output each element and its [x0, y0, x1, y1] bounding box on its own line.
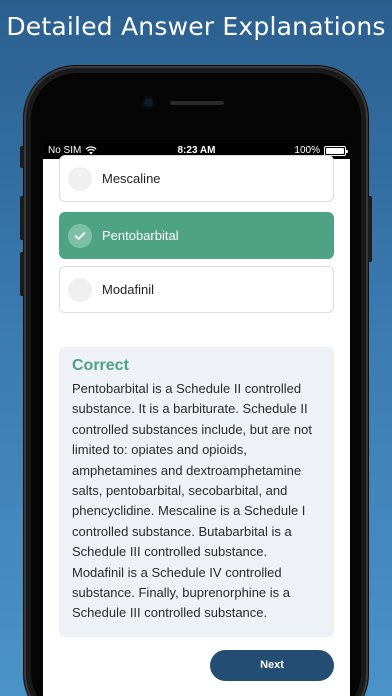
explanation-title: Correct [72, 357, 129, 374]
explanation-text: Pentobarbital is a Schedule II controlle… [72, 381, 312, 621]
radio-circle [68, 166, 92, 191]
explanation-panel: Correct Pentobarbital is a Schedule II c… [59, 347, 334, 637]
answer-option-label: Mescaline [102, 171, 161, 186]
checkmark-icon [74, 231, 86, 240]
app-screen: No SIM 8:23 AM 100% Mescaline Pentobarbi… [43, 143, 350, 696]
volume-up-button [20, 196, 24, 240]
earpiece-speaker [170, 101, 224, 105]
next-button[interactable]: Next [210, 650, 334, 681]
radio-circle-selected [68, 223, 92, 248]
power-button [368, 196, 372, 262]
volume-down-button [20, 252, 24, 296]
answer-option-label: Modafinil [102, 282, 155, 297]
answer-option-mescaline[interactable]: Mescaline [59, 155, 334, 202]
front-camera [144, 98, 153, 107]
answer-option-pentobarbital[interactable]: Pentobarbital [59, 212, 334, 259]
mute-switch [20, 146, 24, 168]
answer-option-label: Pentobarbital [102, 228, 179, 243]
promo-headline: Detailed Answer Explanations [6, 12, 386, 41]
battery-icon [324, 145, 348, 156]
answer-option-modafinil[interactable]: Modafinil [59, 266, 334, 313]
radio-circle [68, 277, 92, 302]
